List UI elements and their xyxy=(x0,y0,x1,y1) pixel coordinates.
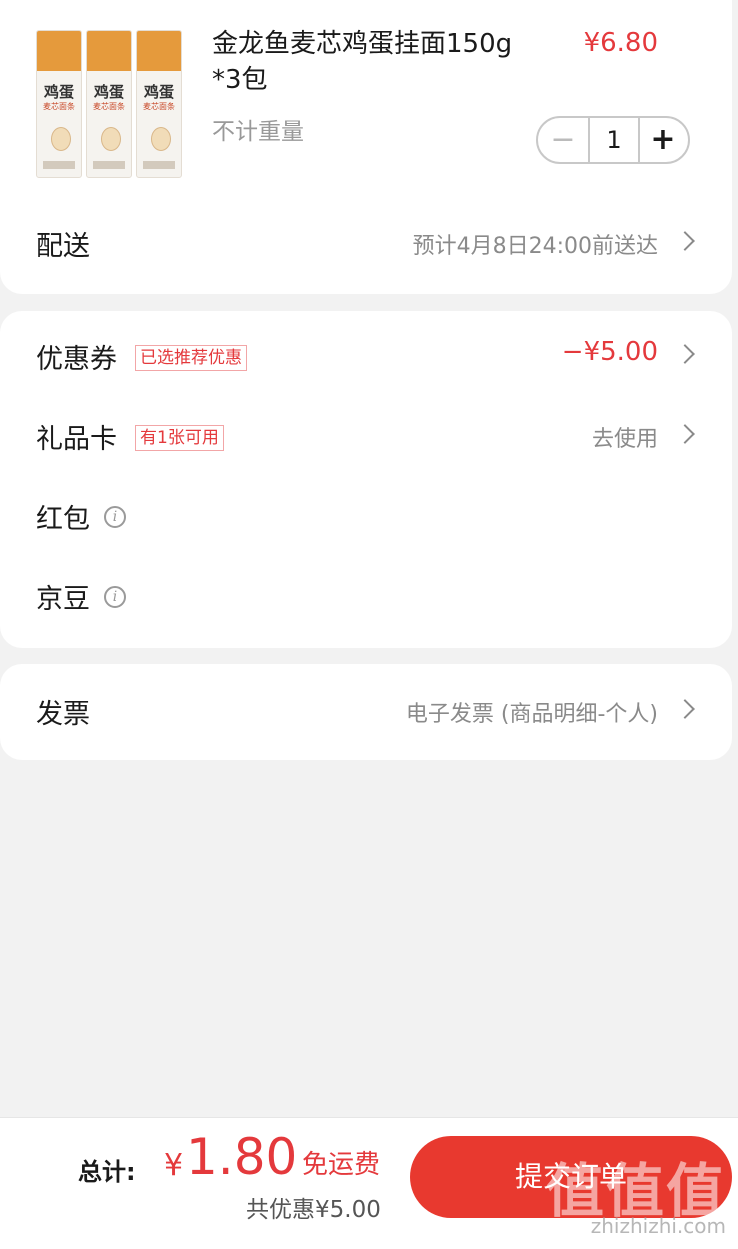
giftcard-action: 去使用 xyxy=(591,427,658,452)
free-shipping-label: 免运费 xyxy=(302,1150,381,1180)
total-saved: 共优惠¥5.00 xyxy=(246,1197,381,1223)
noodle-pack-image: 鸡蛋 麦芯面条 xyxy=(86,30,132,178)
increase-quantity-button[interactable]: + xyxy=(638,118,688,162)
coupon-tag: 已选推荐优惠 xyxy=(135,345,247,371)
quantity-input[interactable]: 1 xyxy=(588,118,640,162)
noodle-pack-image: 鸡蛋 麦芯面条 xyxy=(36,30,82,178)
invoice-label: 发票 xyxy=(36,699,90,730)
giftcard-row[interactable]: 礼品卡 有1张可用 去使用 xyxy=(0,407,732,467)
watermark-domain: zhizhizhi.com xyxy=(590,1214,726,1238)
delivery-row[interactable]: 配送 预计4月8日24:00前送达 xyxy=(0,214,732,274)
jingdou-row[interactable]: 京豆 i xyxy=(0,567,732,627)
giftcard-tag: 有1张可用 xyxy=(135,425,224,451)
noodle-pack-image: 鸡蛋 麦芯面条 xyxy=(136,30,182,178)
product-weight-note: 不计重量 xyxy=(212,119,304,145)
discount-card: 优惠券 已选推荐优惠 −¥5.00 礼品卡 有1张可用 去使用 红包 i 京豆 … xyxy=(0,311,732,648)
chevron-right-icon xyxy=(675,344,695,364)
coupon-row[interactable]: 优惠券 已选推荐优惠 −¥5.00 xyxy=(0,327,732,387)
giftcard-label: 礼品卡 xyxy=(36,424,117,455)
product-title[interactable]: 金龙鱼麦芯鸡蛋挂面150g*3包 xyxy=(212,26,518,98)
info-icon[interactable]: i xyxy=(104,586,126,608)
product-card: 鸡蛋 麦芯面条 鸡蛋 麦芯面条 鸡蛋 麦芯面条 金龙鱼麦芯鸡蛋挂面150g*3包… xyxy=(0,0,732,294)
chevron-right-icon xyxy=(675,699,695,719)
quantity-stepper: − 1 + xyxy=(536,116,690,164)
total-currency: ¥ xyxy=(164,1148,184,1183)
decrease-quantity-button[interactable]: − xyxy=(538,118,588,162)
invoice-value: 电子发票 (商品明细-个人) xyxy=(405,702,658,727)
total-label: 总计: xyxy=(78,1158,136,1186)
delivery-estimate: 预计4月8日24:00前送达 xyxy=(412,234,658,259)
coupon-value: −¥5.00 xyxy=(561,337,658,367)
delivery-label: 配送 xyxy=(36,231,90,262)
coupon-label: 优惠券 xyxy=(36,344,117,375)
product-price: ¥6.80 xyxy=(583,28,658,58)
invoice-card: 发票 电子发票 (商品明细-个人) xyxy=(0,664,732,760)
redpacket-row[interactable]: 红包 i xyxy=(0,487,732,547)
product-image[interactable]: 鸡蛋 麦芯面条 鸡蛋 麦芯面条 鸡蛋 麦芯面条 xyxy=(36,30,182,180)
chevron-right-icon xyxy=(675,231,695,251)
jingdou-label: 京豆 xyxy=(36,584,90,615)
info-icon[interactable]: i xyxy=(104,506,126,528)
redpacket-label: 红包 xyxy=(36,504,90,535)
total-amount: 1.80 xyxy=(186,1128,298,1186)
invoice-row[interactable]: 发票 电子发票 (商品明细-个人) xyxy=(0,682,732,742)
chevron-right-icon xyxy=(675,424,695,444)
